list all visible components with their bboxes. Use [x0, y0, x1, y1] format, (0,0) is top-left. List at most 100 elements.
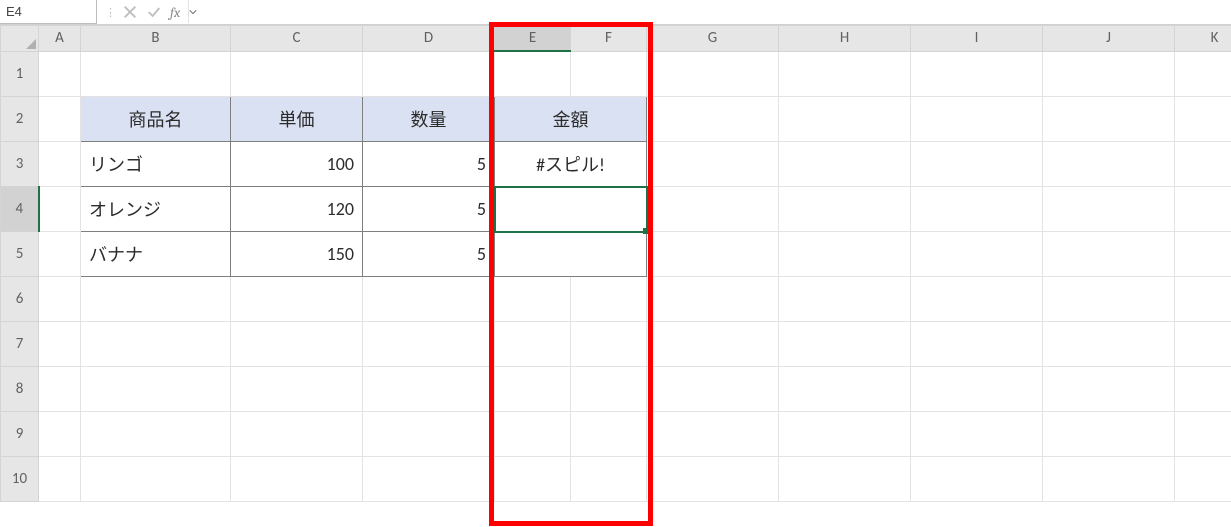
cell-C8[interactable]	[231, 367, 363, 412]
cell-A10[interactable]	[39, 457, 81, 502]
cell-G2[interactable]	[647, 97, 779, 142]
cell-A3[interactable]	[39, 142, 81, 187]
cell-E2[interactable]: 金額	[495, 97, 647, 142]
row-header-2[interactable]: 2	[1, 97, 39, 142]
cell-E6[interactable]	[495, 277, 571, 322]
cell-B3[interactable]: リンゴ	[81, 142, 231, 187]
col-header-G[interactable]: G	[647, 26, 779, 52]
cell-I2[interactable]	[911, 97, 1043, 142]
cell-K7[interactable]	[1175, 322, 1231, 367]
cell-B10[interactable]	[81, 457, 231, 502]
cell-C5[interactable]: 150	[231, 232, 363, 277]
cell-G3[interactable]	[647, 142, 779, 187]
cell-H5[interactable]	[779, 232, 911, 277]
cell-A2[interactable]	[39, 97, 81, 142]
cell-D8[interactable]	[363, 367, 495, 412]
select-all-corner[interactable]	[1, 26, 39, 52]
cell-B7[interactable]	[81, 322, 231, 367]
cell-H6[interactable]	[779, 277, 911, 322]
cell-F6[interactable]	[571, 277, 647, 322]
cell-J1[interactable]	[1043, 51, 1175, 97]
cell-C2[interactable]: 単価	[231, 97, 363, 142]
cell-E1[interactable]	[495, 51, 571, 97]
cell-A1[interactable]	[39, 51, 81, 97]
cell-E4[interactable]	[495, 187, 647, 232]
cell-A8[interactable]	[39, 367, 81, 412]
col-header-B[interactable]: B	[81, 26, 231, 52]
cell-G1[interactable]	[647, 51, 779, 97]
cell-A4[interactable]	[39, 187, 81, 232]
cell-K3[interactable]	[1175, 142, 1231, 187]
cell-K8[interactable]	[1175, 367, 1231, 412]
cell-I7[interactable]	[911, 322, 1043, 367]
cell-J5[interactable]	[1043, 232, 1175, 277]
cell-I3[interactable]	[911, 142, 1043, 187]
cell-E10[interactable]	[495, 457, 571, 502]
cell-G5[interactable]	[647, 232, 779, 277]
row-header-3[interactable]: 3	[1, 142, 39, 187]
cell-J8[interactable]	[1043, 367, 1175, 412]
cell-D1[interactable]	[363, 51, 495, 97]
row-header-7[interactable]: 7	[1, 322, 39, 367]
cell-D10[interactable]	[363, 457, 495, 502]
cell-K5[interactable]	[1175, 232, 1231, 277]
cell-H10[interactable]	[779, 457, 911, 502]
cell-J6[interactable]	[1043, 277, 1175, 322]
cell-A5[interactable]	[39, 232, 81, 277]
row-header-5[interactable]: 5	[1, 232, 39, 277]
cell-G8[interactable]	[647, 367, 779, 412]
cell-H8[interactable]	[779, 367, 911, 412]
col-header-K[interactable]: K	[1175, 26, 1231, 52]
col-header-C[interactable]: C	[231, 26, 363, 52]
cell-C10[interactable]	[231, 457, 363, 502]
col-header-J[interactable]: J	[1043, 26, 1175, 52]
row-header-4[interactable]: 4	[1, 187, 39, 232]
cell-C9[interactable]	[231, 412, 363, 457]
cell-F9[interactable]	[571, 412, 647, 457]
cell-E9[interactable]	[495, 412, 571, 457]
col-header-D[interactable]: D	[363, 26, 495, 52]
row-header-6[interactable]: 6	[1, 277, 39, 322]
cell-K9[interactable]	[1175, 412, 1231, 457]
cell-J3[interactable]	[1043, 142, 1175, 187]
name-box[interactable]	[0, 0, 97, 24]
cell-F7[interactable]	[571, 322, 647, 367]
cell-I9[interactable]	[911, 412, 1043, 457]
cell-B8[interactable]	[81, 367, 231, 412]
cell-A9[interactable]	[39, 412, 81, 457]
cell-E8[interactable]	[495, 367, 571, 412]
cell-C7[interactable]	[231, 322, 363, 367]
cell-I6[interactable]	[911, 277, 1043, 322]
cell-B2[interactable]: 商品名	[81, 97, 231, 142]
cell-K2[interactable]	[1175, 97, 1231, 142]
cell-B1[interactable]	[81, 51, 231, 97]
cell-K4[interactable]	[1175, 187, 1231, 232]
col-header-A[interactable]: A	[39, 26, 81, 52]
row-header-1[interactable]: 1	[1, 51, 39, 97]
cell-I4[interactable]	[911, 187, 1043, 232]
col-header-F[interactable]: F	[571, 26, 647, 52]
cell-grid[interactable]: A B C D E F G H I J K 1	[0, 25, 1231, 502]
cell-D9[interactable]	[363, 412, 495, 457]
cell-B6[interactable]	[81, 277, 231, 322]
worksheet[interactable]: A B C D E F G H I J K 1	[0, 25, 1231, 527]
cell-D6[interactable]	[363, 277, 495, 322]
cell-D4[interactable]: 5	[363, 187, 495, 232]
cell-E7[interactable]	[495, 322, 571, 367]
cell-K6[interactable]	[1175, 277, 1231, 322]
cell-B9[interactable]	[81, 412, 231, 457]
cell-F8[interactable]	[571, 367, 647, 412]
cell-J9[interactable]	[1043, 412, 1175, 457]
cell-I10[interactable]	[911, 457, 1043, 502]
cell-H2[interactable]	[779, 97, 911, 142]
cell-H7[interactable]	[779, 322, 911, 367]
cell-H4[interactable]	[779, 187, 911, 232]
cell-E3[interactable]: #スピル!	[495, 142, 647, 187]
row-header-9[interactable]: 9	[1, 412, 39, 457]
cell-G7[interactable]	[647, 322, 779, 367]
cell-A6[interactable]	[39, 277, 81, 322]
cell-C6[interactable]	[231, 277, 363, 322]
cell-E5[interactable]	[495, 232, 647, 277]
cell-C1[interactable]	[231, 51, 363, 97]
col-header-I[interactable]: I	[911, 26, 1043, 52]
